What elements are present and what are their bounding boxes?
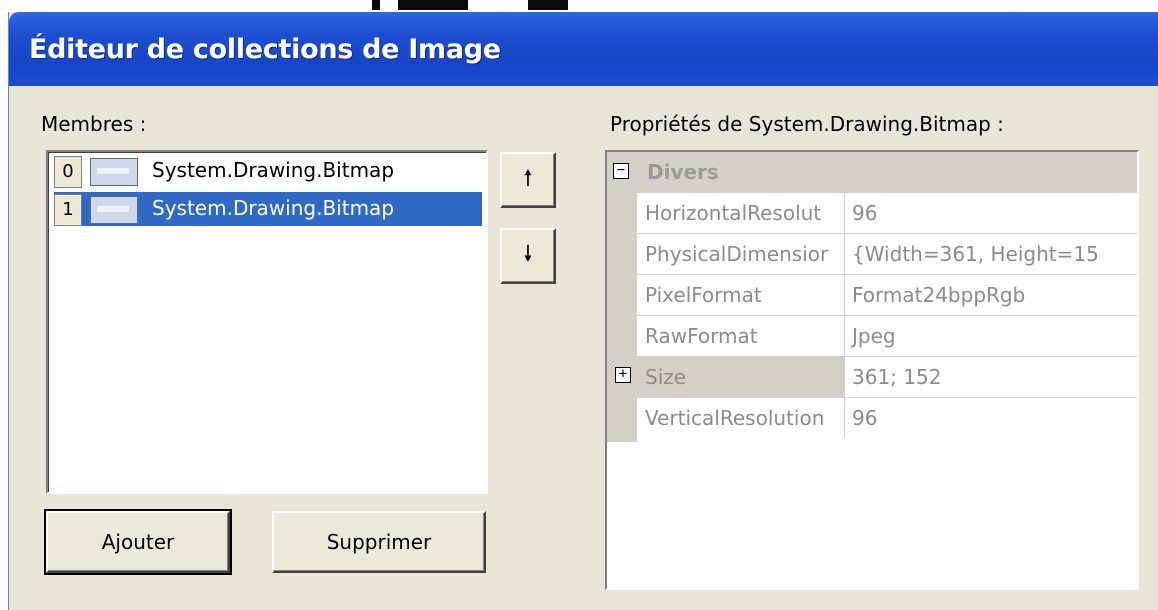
property-name: PhysicalDimensior	[637, 234, 845, 274]
property-value[interactable]: {Width=361, Height=15	[846, 234, 1137, 274]
property-value[interactable]: 96	[846, 193, 1137, 233]
property-name: RawFormat	[637, 316, 845, 356]
property-value[interactable]: 361; 152	[846, 357, 1137, 397]
property-row-raw-format[interactable]: RawFormat Jpeg	[637, 315, 1137, 356]
move-down-button[interactable]: 🠗	[500, 228, 556, 284]
property-value[interactable]: Jpeg	[846, 316, 1137, 356]
title-bar[interactable]: Éditeur de collections de Image	[9, 12, 1158, 86]
property-name: Size	[637, 357, 845, 397]
arrow-down-icon: 🠗	[523, 242, 533, 267]
remove-button[interactable]: Supprimer	[272, 511, 486, 573]
member-name: System.Drawing.Bitmap	[152, 158, 395, 182]
member-item-0[interactable]: 0 System.Drawing.Bitmap	[54, 154, 482, 188]
property-value[interactable]: Format24bppRgb	[846, 275, 1137, 315]
window-title: Éditeur de collections de Image	[29, 34, 501, 65]
property-grid-margin	[607, 152, 637, 442]
property-row-physical-dimension[interactable]: PhysicalDimensior {Width=361, Height=15	[637, 233, 1137, 274]
members-label: Membres :	[41, 112, 147, 136]
bitmap-thumbnail-icon	[90, 196, 138, 224]
move-up-button[interactable]: 🠕	[500, 152, 556, 208]
members-list[interactable]: 0 System.Drawing.Bitmap 1 System.Drawing…	[46, 150, 488, 494]
collapse-icon[interactable]: −	[613, 163, 629, 179]
properties-label: Propriétés de System.Drawing.Bitmap :	[610, 112, 1004, 136]
category-divers[interactable]: − Divers	[607, 152, 1137, 192]
property-row-horizontal-resolution[interactable]: HorizontalResolut 96	[637, 192, 1137, 233]
property-row-pixel-format[interactable]: PixelFormat Format24bppRgb	[637, 274, 1137, 315]
bitmap-thumbnail-icon	[90, 158, 138, 186]
background-fragment	[398, 0, 468, 10]
member-name: System.Drawing.Bitmap	[152, 196, 395, 220]
property-name: PixelFormat	[637, 275, 845, 315]
property-grid[interactable]: − Divers HorizontalResolut 96 PhysicalDi…	[605, 150, 1139, 590]
property-row-size[interactable]: Size 361; 152	[637, 356, 1137, 397]
background-strip	[0, 0, 1158, 12]
background-fragment	[528, 0, 568, 10]
property-row-vertical-resolution[interactable]: VerticalResolution 96	[637, 397, 1137, 438]
background-fragment	[372, 0, 380, 10]
property-value[interactable]: 96	[846, 398, 1137, 438]
member-item-1[interactable]: 1 System.Drawing.Bitmap	[54, 192, 482, 226]
category-name: Divers	[647, 160, 719, 184]
property-name: HorizontalResolut	[637, 193, 845, 233]
expand-icon[interactable]: +	[615, 367, 631, 383]
property-name: VerticalResolution	[637, 398, 845, 438]
add-button[interactable]: Ajouter	[44, 509, 232, 575]
member-index: 0	[54, 156, 82, 188]
member-index: 1	[54, 194, 82, 226]
arrow-up-icon: 🠕	[523, 166, 533, 191]
collection-editor-dialog: Éditeur de collections de Image Membres …	[8, 12, 1158, 610]
